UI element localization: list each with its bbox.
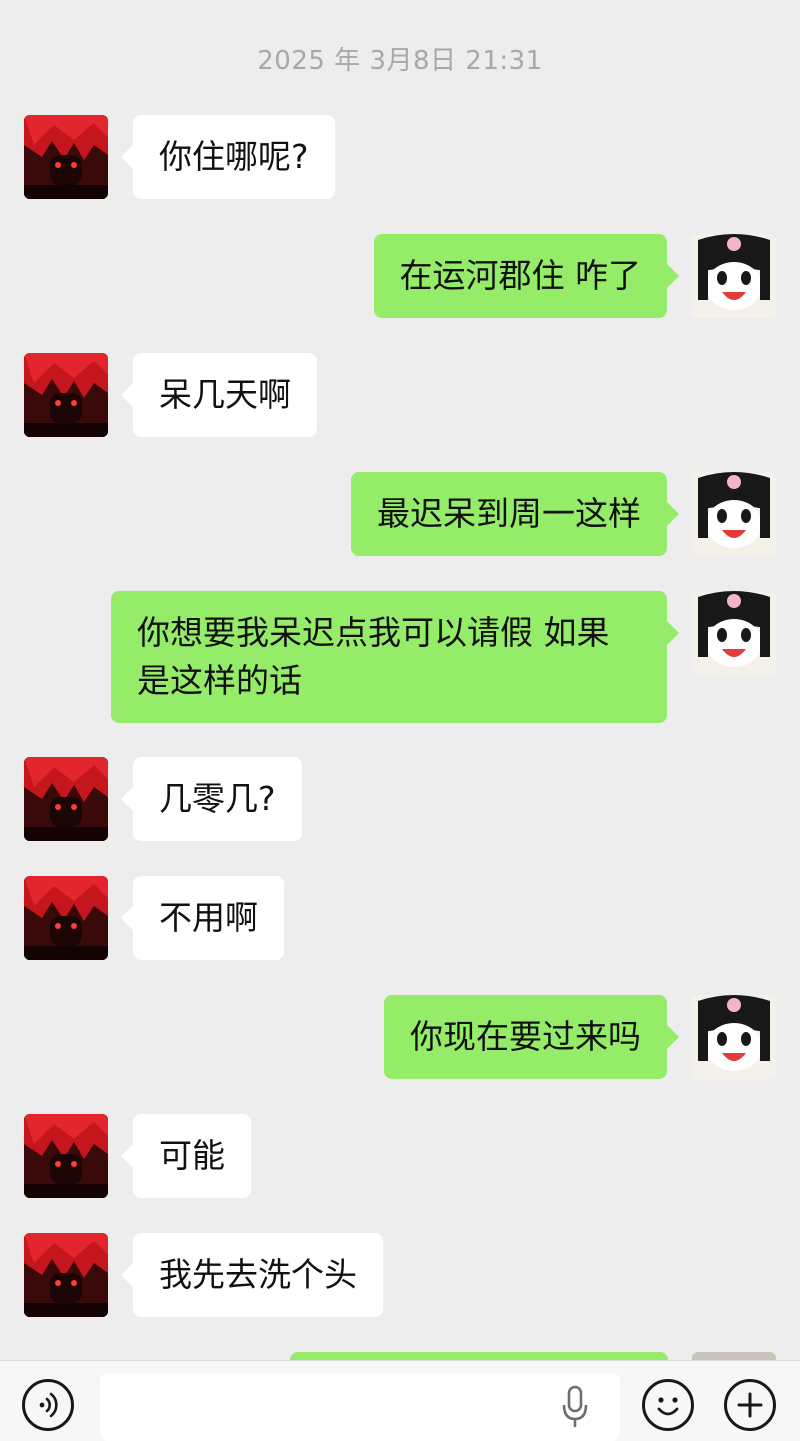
- emoji-icon[interactable]: [642, 1379, 694, 1431]
- message-bubble[interactable]: 你住哪呢?: [121, 115, 335, 199]
- contact-avatar[interactable]: [24, 1114, 108, 1198]
- user-avatar[interactable]: [692, 995, 776, 1079]
- message-text: 你想要我呆迟点我可以请假 如果是这样的话: [137, 613, 610, 700]
- message-input[interactable]: [100, 1373, 620, 1441]
- message-text: 在运河郡住 咋了: [399, 256, 642, 295]
- microphone-icon[interactable]: [560, 1385, 590, 1429]
- message-bubble[interactable]: 你现在要过来吗: [384, 995, 679, 1079]
- message-text: 最迟呆到周一这样: [377, 494, 641, 533]
- message-bubble[interactable]: 不用啊: [121, 876, 284, 960]
- message-text: 你住哪呢?: [159, 137, 309, 176]
- contact-avatar[interactable]: [24, 1233, 108, 1317]
- message-bubble[interactable]: 在运河郡住 咋了: [373, 234, 679, 318]
- voice-icon[interactable]: [22, 1379, 74, 1431]
- message-text: 可能: [159, 1136, 225, 1175]
- message-text: 几零几?: [159, 779, 276, 818]
- message-bubble[interactable]: 你想要我呆迟点我可以请假 如果是这样的话: [111, 591, 679, 723]
- user-avatar[interactable]: [692, 234, 776, 318]
- message-bubble[interactable]: 最迟呆到周一这样: [351, 472, 679, 556]
- message-text: 呆几天啊: [159, 375, 291, 414]
- contact-avatar[interactable]: [24, 115, 108, 199]
- message-bubble[interactable]: 呆几天啊: [121, 353, 317, 437]
- message-bubble[interactable]: 几零几?: [121, 757, 302, 841]
- message-text: 不用啊: [159, 898, 258, 937]
- message-text: 我先去洗个头: [159, 1255, 357, 1294]
- chat-timestamp: 2025 年 3月8日 21:31: [257, 46, 543, 76]
- message-text: 你现在要过来吗: [410, 1017, 641, 1056]
- plus-icon[interactable]: [724, 1379, 776, 1431]
- user-avatar[interactable]: [692, 472, 776, 556]
- chat-input-bar: [0, 1360, 800, 1441]
- contact-avatar[interactable]: [24, 757, 108, 841]
- message-bubble[interactable]: 我先去洗个头: [121, 1233, 383, 1317]
- contact-avatar[interactable]: [24, 876, 108, 960]
- message-bubble[interactable]: 可能: [121, 1114, 251, 1198]
- user-avatar[interactable]: [692, 591, 776, 675]
- contact-avatar[interactable]: [24, 353, 108, 437]
